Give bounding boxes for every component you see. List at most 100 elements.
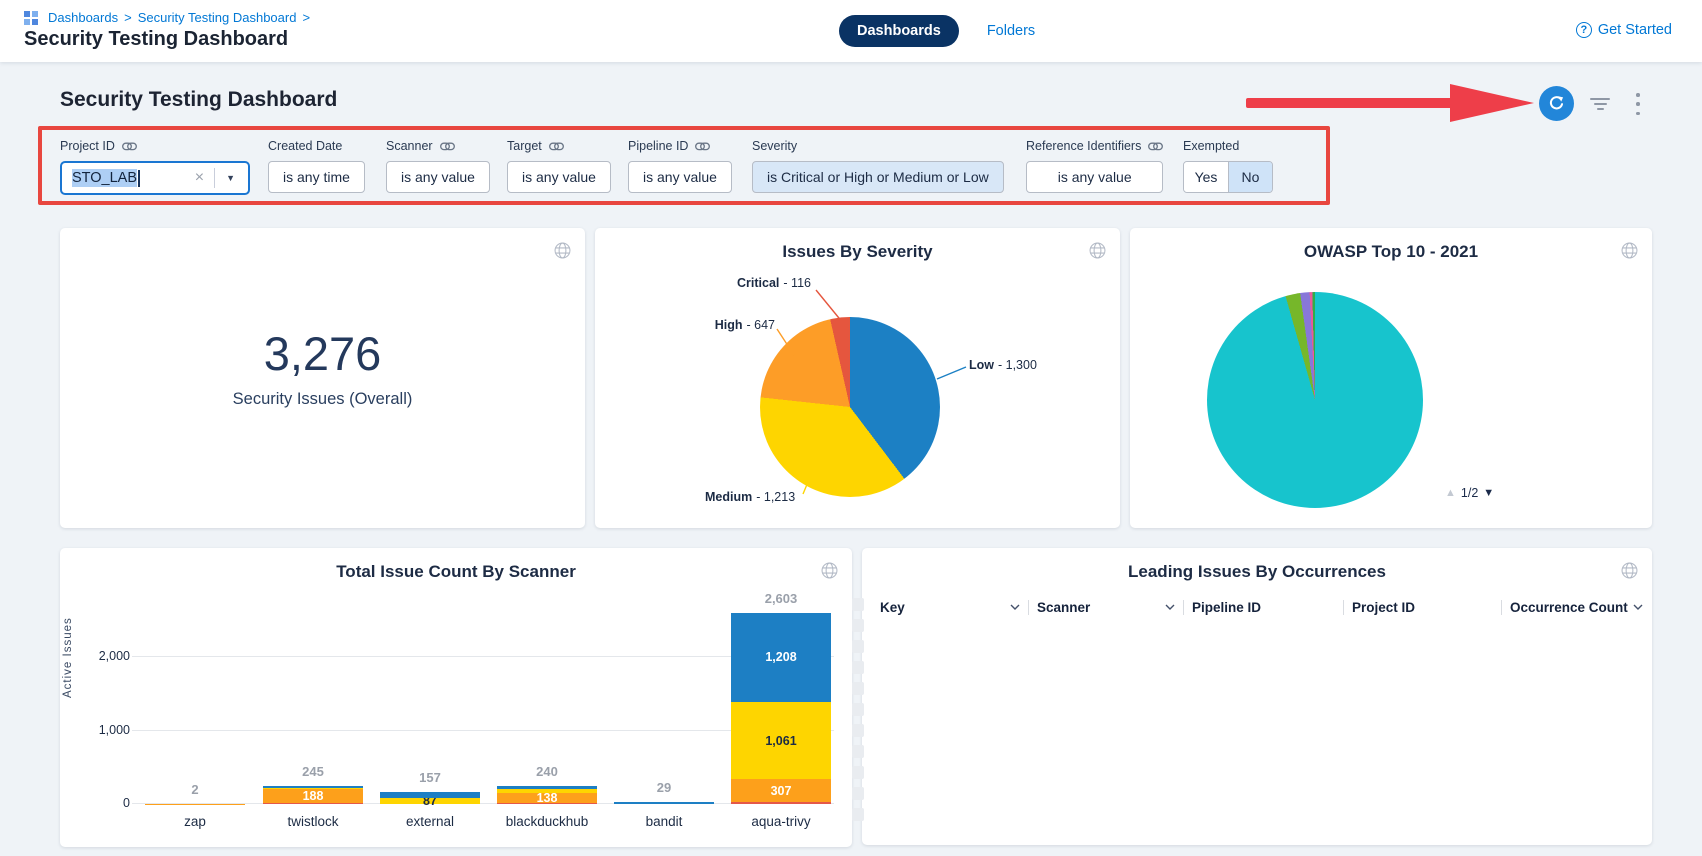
owasp-pie[interactable] — [1207, 292, 1423, 508]
gridline — [132, 656, 834, 657]
filter-label: Pipeline ID — [628, 139, 688, 153]
globe-icon — [554, 242, 571, 259]
get-started-label: Get Started — [1598, 22, 1672, 38]
chevron-down-icon — [1165, 604, 1175, 610]
column-header-project-id[interactable]: Project ID — [1343, 600, 1501, 615]
segment-value-label: 307 — [731, 785, 831, 798]
column-header-key[interactable]: Key — [872, 600, 1028, 615]
filter-scanner: Scanner is any value — [386, 138, 490, 193]
exempted-no-button[interactable]: No — [1228, 162, 1272, 192]
bar-total-label: 2,603 — [731, 591, 831, 606]
x-axis-label: zap — [135, 814, 255, 829]
tab-folders[interactable]: Folders — [987, 23, 1035, 39]
severity-chip[interactable]: is Critical or High or Medium or Low — [752, 161, 1004, 193]
filter-label: Reference Identifiers — [1026, 139, 1141, 153]
bar-zap[interactable] — [145, 804, 245, 805]
card-owasp-top-10: OWASP Top 10 - 2021 ▲ 1/2 ▼ — [1130, 228, 1652, 528]
bar-segment-orange — [145, 804, 245, 805]
bar-twistlock[interactable]: 188 — [263, 786, 363, 804]
bar-segment-red — [731, 802, 831, 804]
link-icon — [695, 142, 710, 151]
bar-chart-plot[interactable]: 01,0002,0002zap188245twistlock87157exter… — [138, 602, 838, 804]
reference-identifiers-chip[interactable]: is any value — [1026, 161, 1163, 193]
scanner-chip[interactable]: is any value — [386, 161, 490, 193]
pie-label-low: Low- 1,300 — [969, 358, 1037, 372]
clear-icon[interactable]: × — [189, 169, 210, 187]
globe-icon — [821, 562, 838, 579]
bar-bandit[interactable] — [614, 802, 714, 804]
exempted-yes-button[interactable]: Yes — [1184, 162, 1228, 192]
breadcrumb-dashboards[interactable]: Dashboards — [48, 10, 118, 25]
get-started-link[interactable]: ? Get Started — [1576, 22, 1672, 38]
loading-skeleton-strip — [852, 598, 864, 829]
segment-value-label: 1,061 — [731, 734, 831, 747]
filter-label: Target — [507, 139, 542, 153]
refresh-button[interactable] — [1539, 86, 1574, 121]
column-header-scanner[interactable]: Scanner — [1028, 600, 1183, 615]
pipeline-id-chip[interactable]: is any value — [628, 161, 732, 193]
filter-severity: Severity is Critical or High or Medium o… — [752, 138, 1004, 193]
segment-value-label: 1,208 — [731, 651, 831, 664]
page-up-icon[interactable]: ▲ — [1445, 487, 1456, 499]
filter-created-date: Created Date is any time — [268, 138, 365, 193]
bar-segment-blue — [263, 786, 363, 787]
card-issues-by-severity: Issues By Severity Critical- 116 High- 6… — [595, 228, 1120, 528]
column-header-occurrence-count[interactable]: Occurrence Count — [1501, 600, 1651, 615]
table-header-row: Key Scanner Pipeline ID Project ID Occur… — [872, 596, 1651, 618]
bar-segment-yellow: 87 — [380, 798, 480, 804]
filter-exempted: Exempted Yes No — [1183, 138, 1273, 193]
card-security-issues-overall: 3,276 Security Issues (Overall) — [60, 228, 585, 528]
segment-value-label: 138 — [497, 792, 597, 805]
filter-label: Severity — [752, 139, 797, 153]
card-leading-issues-by-occurrences: Leading Issues By Occurrences Key Scanne… — [862, 548, 1652, 845]
kebab-menu-icon[interactable] — [1631, 93, 1645, 115]
breadcrumb-current[interactable]: Security Testing Dashboard — [138, 10, 297, 25]
bar-segment-red — [263, 803, 363, 804]
target-chip[interactable]: is any value — [507, 161, 611, 193]
filter-icon[interactable] — [1588, 95, 1612, 113]
filter-label: Project ID — [60, 139, 115, 153]
stat-label: Security Issues (Overall) — [60, 390, 585, 409]
chevron-down-icon — [1010, 604, 1020, 610]
pie-label-critical: Critical- 116 — [691, 276, 811, 290]
question-circle-icon: ? — [1576, 22, 1592, 38]
issues-by-severity-pie[interactable] — [760, 317, 940, 497]
divider — [214, 168, 215, 188]
project-id-value: STO_LAB — [72, 169, 137, 187]
page-down-icon[interactable]: ▼ — [1483, 487, 1494, 499]
x-axis-label: blackduckhub — [487, 814, 607, 829]
bar-total-label: 245 — [263, 764, 363, 779]
link-icon — [549, 142, 564, 151]
chevron-down-icon[interactable]: ▼ — [219, 173, 242, 183]
bar-total-label: 240 — [497, 764, 597, 779]
filter-reference-identifiers: Reference Identifiers is any value — [1026, 138, 1163, 193]
chart-title: OWASP Top 10 - 2021 — [1130, 242, 1652, 262]
y-tick-label: 1,000 — [74, 723, 130, 737]
x-axis-label: bandit — [604, 814, 724, 829]
link-icon — [1148, 142, 1163, 151]
column-header-pipeline-id[interactable]: Pipeline ID — [1183, 600, 1343, 615]
pie-pagination: ▲ 1/2 ▼ — [1445, 486, 1494, 500]
bar-external[interactable]: 87 — [380, 792, 480, 804]
dashboard-title: Security Testing Dashboard — [60, 88, 337, 112]
bar-segment-orange: 138 — [497, 793, 597, 803]
pie-label-high: High- 647 — [673, 318, 775, 332]
x-axis-label: twistlock — [253, 814, 373, 829]
project-id-input[interactable]: STO_LAB × ▼ — [60, 161, 250, 195]
breadcrumb-separator: > — [124, 10, 132, 25]
exempted-toggle: Yes No — [1183, 161, 1273, 193]
x-axis-label: aqua-trivy — [721, 814, 841, 829]
page-indicator: 1/2 — [1461, 486, 1478, 500]
filter-label: Scanner — [386, 139, 433, 153]
filter-target: Target is any value — [507, 138, 611, 193]
globe-icon — [1621, 242, 1638, 259]
tab-dashboards[interactable]: Dashboards — [839, 15, 959, 47]
bar-aqua-trivy[interactable]: 307 1,061 1,208 — [731, 613, 831, 804]
bar-total-label: 157 — [380, 770, 480, 785]
x-axis-label: external — [370, 814, 490, 829]
chart-title: Total Issue Count By Scanner — [60, 562, 852, 582]
bar-blackduckhub[interactable]: 138 — [497, 786, 597, 804]
created-date-chip[interactable]: is any time — [268, 161, 365, 193]
page-title: Security Testing Dashboard — [24, 28, 288, 51]
bar-segment-blue: 1,208 — [731, 613, 831, 702]
